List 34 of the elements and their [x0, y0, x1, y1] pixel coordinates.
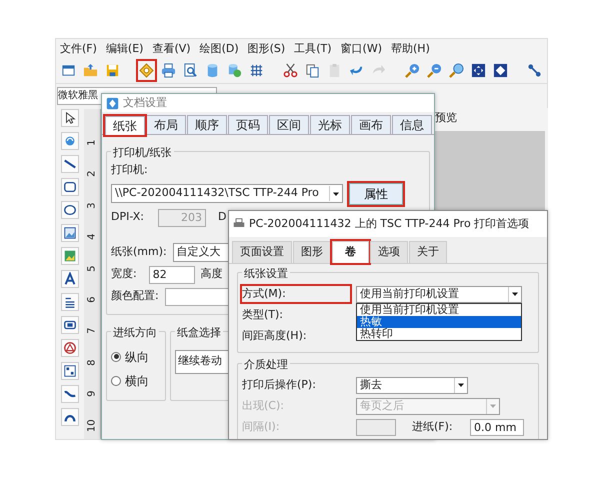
ruler-number: 7	[86, 326, 98, 336]
ruler-number: 2	[86, 170, 98, 180]
field-label: 类型(T):	[242, 306, 284, 323]
ruler-number: 1	[86, 138, 98, 148]
group-title: 打印机/纸张	[111, 146, 174, 160]
radio-label: 横向	[125, 372, 149, 390]
field-label: 间距高度(H):	[242, 328, 307, 344]
group-title: 介质处理	[242, 358, 290, 372]
field-label: 打印后操作(P):	[242, 376, 317, 393]
group-title: 纸盒选择	[175, 326, 223, 340]
dialog-title: PC-202004111432 上的 TSC TTP-244 Pro 打印首选项	[249, 216, 530, 232]
ruler-number: 8	[86, 358, 98, 368]
field-label: 纸张(mm):	[111, 244, 167, 260]
preview-label: 预览	[435, 110, 457, 126]
group-title: 纸张设置	[242, 266, 290, 280]
ruler-number: 6	[86, 296, 98, 305]
field-label: 打印机:	[111, 162, 149, 178]
ruler-number: 4	[86, 232, 98, 242]
dialog-title: 文档设置	[123, 94, 167, 111]
field-label: D	[218, 209, 226, 226]
field-label: 出现(C):	[242, 398, 285, 414]
ruler-number: 3	[86, 201, 98, 211]
ruler-number: 5	[86, 264, 98, 274]
field-label: DPI-X:	[111, 209, 144, 226]
field-label: 方式(M):	[242, 286, 350, 302]
radio-label: 纵向	[125, 348, 149, 366]
field-label: 颜色配置:	[111, 288, 159, 304]
field-label: 间隔(I):	[242, 418, 281, 435]
group-title: 进纸方向	[111, 326, 159, 340]
field-label: 进纸(F):	[412, 418, 454, 435]
ruler-number: 9	[86, 390, 98, 400]
field-label: 高度	[200, 266, 223, 282]
field-label: 宽度:	[111, 266, 137, 282]
ruler-number: 10	[86, 418, 98, 434]
